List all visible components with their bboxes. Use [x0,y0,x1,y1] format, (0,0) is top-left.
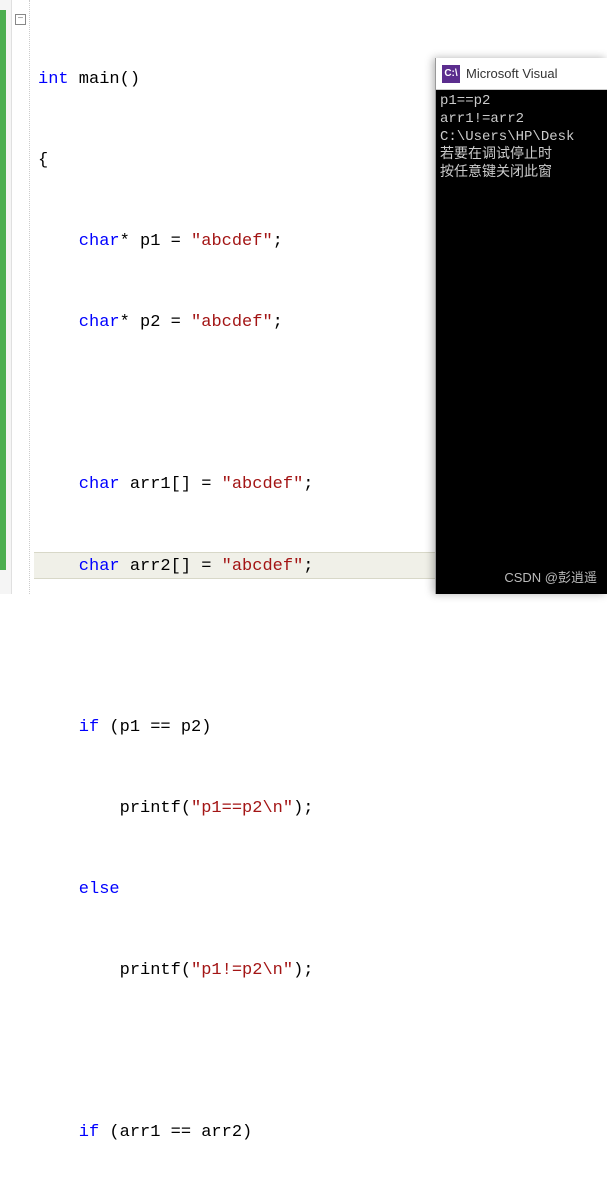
string-literal: "abcdef" [222,475,304,494]
code-text: printf( [38,799,191,818]
keyword: char [38,313,120,332]
console-line: 若要在调试停止时 [440,146,603,164]
string-literal: "abcdef" [191,313,273,332]
console-output[interactable]: p1==p2arr1!=arr2C:\Users\HP\Desk若要在调试停止时… [436,90,607,184]
code-line [34,633,607,660]
code-text: main() [69,70,140,89]
code-text: arr2[] = [120,557,222,576]
keyword: char [38,475,120,494]
string-literal: "abcdef" [222,557,304,576]
code-text: (arr1 == arr2) [99,1123,252,1142]
code-line: if (arr1 == arr2) [34,1119,607,1146]
keyword: char [38,557,120,576]
code-text: printf( [38,961,191,980]
string-literal: "p1==p2\n" [191,799,293,818]
code-text: * p1 = [120,232,191,251]
console-app-icon: C:\ [442,65,460,83]
code-text: ; [273,313,283,332]
watermark: CSDN @彭逍遥 [504,567,597,586]
fold-column: − [12,0,30,594]
code-text: ); [293,961,313,980]
code-text: ; [303,557,313,576]
console-title: Microsoft Visual [466,66,558,81]
keyword: int [38,70,69,89]
keyword: if [38,1123,99,1142]
console-line: 按任意键关闭此窗 [440,164,603,182]
code-text: ; [303,475,313,494]
console-window[interactable]: C:\ Microsoft Visual p1==p2arr1!=arr2C:\… [435,58,607,594]
code-text: ); [293,799,313,818]
code-text: { [38,151,48,170]
code-text: arr1[] = [120,475,222,494]
console-line: C:\Users\HP\Desk [440,128,603,146]
fold-toggle-icon[interactable]: − [15,14,26,25]
code-line: else [34,876,607,903]
keyword: char [38,232,120,251]
console-line: arr1!=arr2 [440,110,603,128]
code-line: if (p1 == p2) [34,714,607,741]
change-indicator-bar [0,10,6,570]
keyword: else [38,880,120,899]
string-literal: "p1!=p2\n" [191,961,293,980]
string-literal: "abcdef" [191,232,273,251]
console-line: p1==p2 [440,92,603,110]
code-line: printf("p1!=p2\n"); [34,957,607,984]
editor-gutter [0,0,12,594]
code-text: (p1 == p2) [99,718,211,737]
code-text: * p2 = [120,313,191,332]
console-titlebar[interactable]: C:\ Microsoft Visual [436,58,607,90]
code-line: printf("p1==p2\n"); [34,795,607,822]
keyword: if [38,718,99,737]
code-text: ; [273,232,283,251]
code-line [34,1038,607,1065]
